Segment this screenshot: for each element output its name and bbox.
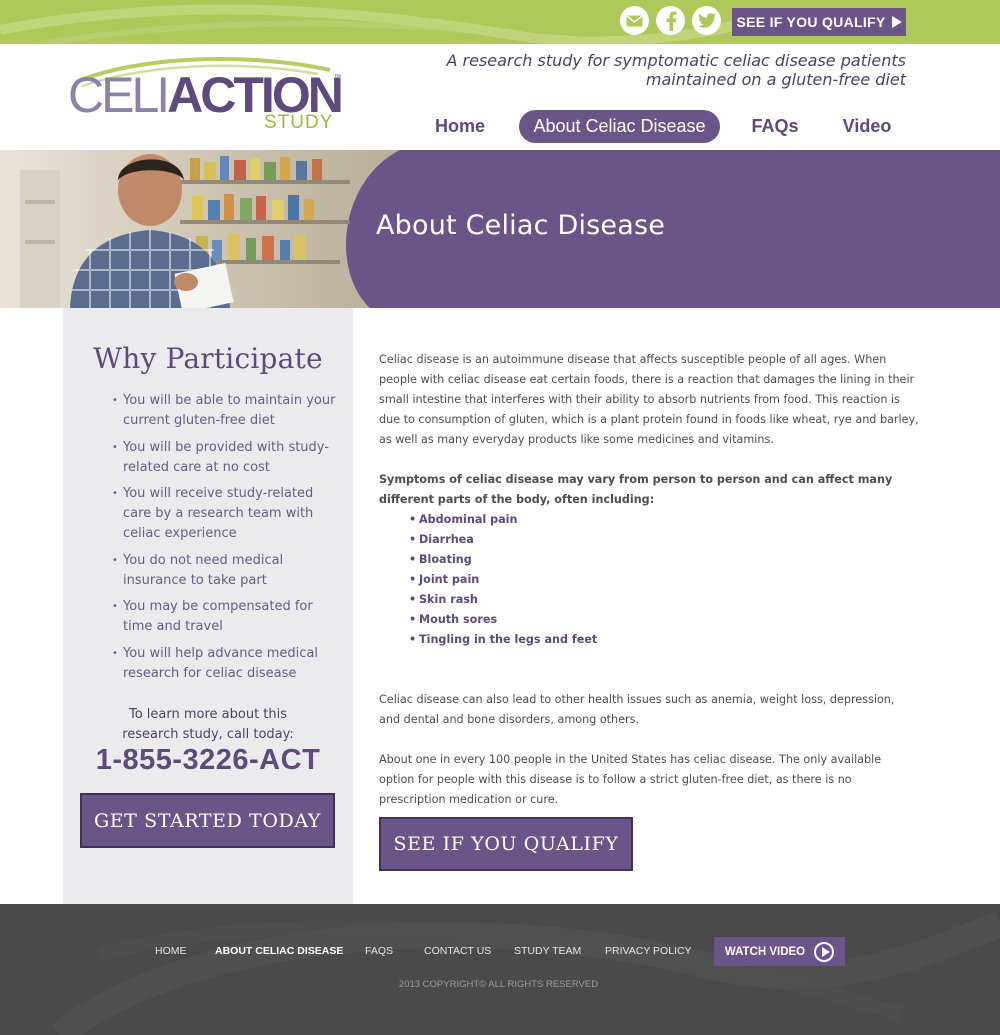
footer-link-contact[interactable]: CONTACT US [424, 945, 491, 959]
list-item: You may be compensated for time and trav… [112, 597, 337, 637]
list-item: You do not need medical insurance to tak… [112, 551, 337, 591]
symptom-item: Abdominal pain [409, 510, 709, 530]
copyright: 2013 COPYRIGHT© ALL RIGHTS RESERVED [398, 979, 599, 990]
symptom-item: Bloating [409, 550, 709, 570]
logo-celi: CELI [68, 67, 170, 123]
learn-more-text: To learn more about this research study,… [63, 705, 353, 745]
symptoms-list: Abdominal pain Diarrhea Bloating Joint p… [409, 510, 709, 650]
list-item: You will be provided with study-related … [112, 438, 337, 478]
footer-link-faqs[interactable]: FAQS [365, 945, 393, 959]
twitter-icon[interactable] [692, 6, 721, 35]
symptom-item: Diarrhea [409, 530, 709, 550]
logo-study: STUDY [264, 112, 334, 133]
hero-photo [0, 150, 400, 308]
symptom-item: Mouth sores [409, 610, 709, 630]
footer-swirl [51, 911, 1000, 1035]
nav-video[interactable]: Video [832, 110, 902, 143]
learn-more-label: To learn more about this research study,… [122, 707, 294, 742]
nav-about-celiac-disease[interactable]: About Celiac Disease [519, 110, 720, 143]
logo[interactable]: CELIACTION ™ STUDY [68, 52, 358, 140]
tagline: A research study for symptomatic celiac … [446, 51, 906, 89]
other-issues-paragraph: Celiac disease can also lead to other he… [379, 693, 895, 726]
top-qualify-button[interactable]: SEE IF YOU QUALIFY [732, 8, 906, 36]
list-item: You will help advance medical research f… [112, 644, 337, 684]
footer [0, 904, 1000, 1035]
symptom-item: Joint pain [409, 570, 709, 590]
watch-video-button[interactable]: WATCH VIDEO [714, 937, 845, 966]
symptom-item: Skin rash [409, 590, 709, 610]
intro-paragraph: Celiac disease is an autoimmune disease … [379, 353, 919, 446]
nav-home[interactable]: Home [420, 110, 500, 143]
phone-number[interactable]: 1-855-3226-ACT [63, 744, 353, 777]
symptom-item: Tingling in the legs and feet [409, 630, 709, 650]
tagline-line-2: maintained on a gluten-free diet [645, 70, 906, 89]
play-icon [814, 941, 835, 962]
footer-link-privacy[interactable]: PRIVACY POLICY [605, 945, 692, 959]
tagline-line-1: A research study for symptomatic celiac … [446, 51, 906, 70]
footer-link-study-team[interactable]: STUDY TEAM [514, 945, 581, 959]
hero-title: About Celiac Disease [376, 210, 666, 241]
nav-faqs[interactable]: FAQs [740, 110, 810, 143]
logo-trademark: ™ [334, 74, 341, 81]
why-participate-heading: Why Participate [93, 342, 323, 375]
watch-video-label: WATCH VIDEO [724, 945, 806, 958]
top-qualify-label: SEE IF YOU QUALIFY [736, 14, 886, 30]
facebook-icon[interactable] [656, 6, 685, 35]
list-item: You will be able to maintain your curren… [112, 391, 337, 431]
footer-link-home[interactable]: HOME [155, 945, 187, 959]
prevalence-paragraph: About one in every 100 people in the Uni… [379, 753, 882, 806]
footer-link-about[interactable]: ABOUT CELIAC DISEASE [215, 945, 343, 959]
get-started-button[interactable]: GET STARTED TODAY [80, 793, 335, 848]
list-item: You will receive study-related care by a… [112, 484, 337, 544]
benefits-list: You will be able to maintain your curren… [112, 391, 337, 690]
mail-icon[interactable] [620, 6, 649, 35]
symptoms-intro: Symptoms of celiac disease may vary from… [379, 473, 893, 506]
play-arrow-icon [891, 16, 902, 28]
see-if-you-qualify-button[interactable]: SEE IF YOU QUALIFY [379, 817, 633, 871]
